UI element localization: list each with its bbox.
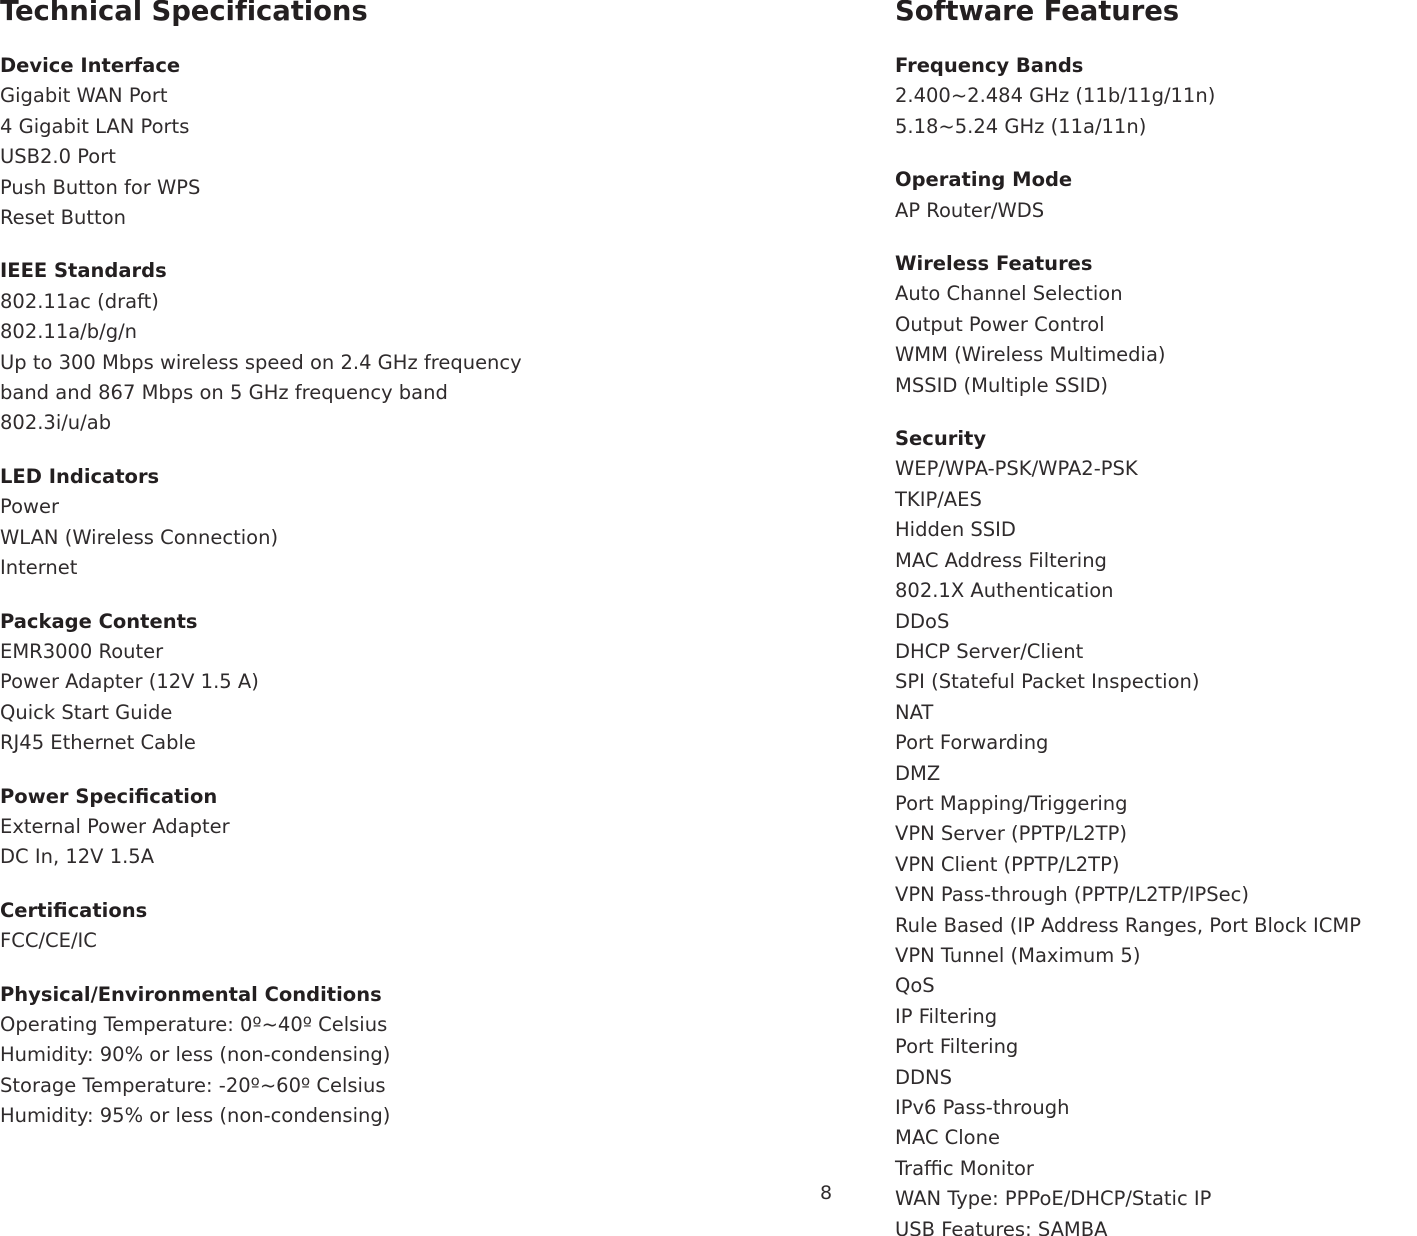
spec-line: Auto Channel Selection xyxy=(895,282,1123,306)
spec-section: Operating Mode AP Router/WDS xyxy=(895,165,1417,226)
section-heading: Device Interface xyxy=(0,54,181,77)
spec-line: DMZ xyxy=(895,761,941,785)
section-heading: Frequency Bands xyxy=(895,54,1084,77)
spec-line: WEP/WPA-PSK/WPA2-PSK xyxy=(895,457,1138,481)
spec-line: Gigabit WAN Port xyxy=(0,84,168,108)
right-column-sections: Frequency Bands 2.400~2.484 GHz (11b/11g/… xyxy=(895,51,1417,1236)
spec-line: WMM (Wireless Multimedia) xyxy=(895,343,1166,367)
spec-line: Power Adapter (12V 1.5 A) xyxy=(0,670,259,694)
spec-line: USB Features: SAMBA xyxy=(895,1217,1108,1236)
spec-line: Up to 300 Mbps wireless speed on 2.4 GHz… xyxy=(0,350,522,374)
spec-section: Security WEP/WPA-PSK/WPA2-PSK TKIP/AES Hidd… xyxy=(895,424,1417,1236)
section-heading: LED Indicators xyxy=(0,464,160,488)
section-heading: Wireless Features xyxy=(895,252,1093,276)
spec-line: 802.3i/u/ab xyxy=(0,411,112,435)
spec-line: Port Forwarding xyxy=(895,731,1049,755)
column-title-software-features: Software Features xyxy=(895,0,1180,27)
spec-line: band and 867 Mbps on 5 GHz frequency ban… xyxy=(0,381,448,405)
spec-line: Port Filtering xyxy=(895,1035,1019,1059)
spec-sheet-page: Technical Specifications Device Interfac… xyxy=(0,0,1417,1236)
spec-line: Reset Button xyxy=(0,206,126,230)
spec-line: AP Router/WDS xyxy=(895,198,1045,222)
spec-line: 5.18~5.24 GHz (11a/11n) xyxy=(895,114,1147,138)
spec-line: 802.11ac (draft) xyxy=(0,289,159,313)
section-heading: Power Specification xyxy=(0,784,218,808)
spec-line: Humidity: 90% or less (non-condensing) xyxy=(0,1043,391,1067)
spec-line: VPN Client (PPTP/L2TP) xyxy=(895,852,1120,876)
spec-line: 802.11a/b/g/n xyxy=(0,320,138,344)
spec-line: TKIP/AES xyxy=(895,487,982,511)
spec-line: Rule Based (IP Address Ranges, Port Bloc… xyxy=(895,913,1361,937)
technical-specifications-column: Technical Specifications Device Interfac… xyxy=(0,0,880,1132)
spec-line: WAN Type: PPPoE/DHCP/Static IP xyxy=(895,1187,1212,1211)
spec-line: VPN Server (PPTP/L2TP) xyxy=(895,822,1127,846)
section-heading: Physical/Environmental Conditions xyxy=(0,982,382,1006)
spec-line: Internet xyxy=(0,556,78,580)
spec-line: QoS xyxy=(895,974,935,998)
spec-line: DHCP Server/Client xyxy=(895,639,1084,663)
spec-line: External Power Adapter xyxy=(0,814,230,838)
spec-line: Storage Temperature: -20º~60º Celsius xyxy=(0,1073,386,1097)
spec-line: MSSID (Multiple SSID) xyxy=(895,373,1108,397)
spec-line: Port Mapping/Triggering xyxy=(895,791,1128,815)
spec-line: Operating Temperature: 0º~40º Celsius xyxy=(0,1012,388,1036)
spec-line: IPv6 Pass-through xyxy=(895,1096,1070,1119)
spec-line: Traffic Monitor xyxy=(895,1156,1034,1180)
spec-line: DDoS xyxy=(895,609,950,633)
spec-line: FCC/CE/IC xyxy=(0,929,97,953)
spec-line: MAC Clone xyxy=(895,1126,1000,1150)
spec-line: VPN Tunnel (Maximum 5) xyxy=(895,943,1141,967)
software-features-column: Software Features Frequency Bands 2.400~2… xyxy=(895,0,1417,1236)
spec-line: 802.1X Authentication xyxy=(895,579,1114,603)
section-heading: Operating Mode xyxy=(895,168,1073,192)
spec-line: SPI (Stateful Packet Inspection) xyxy=(895,670,1200,694)
section-heading: Security xyxy=(895,427,987,451)
spec-line: 4 Gigabit LAN Ports xyxy=(0,114,190,138)
spec-section: LED Indicators Power WLAN (Wireless Connec… xyxy=(0,462,880,584)
spec-line: Push Button for WPS xyxy=(0,175,201,199)
column-title-technical-specifications: Technical Specifications xyxy=(0,0,368,27)
spec-line: DC In, 12V 1.5A xyxy=(0,845,155,869)
spec-section: Wireless Features Auto Channel Selection O… xyxy=(895,249,1417,401)
spec-line: WLAN (Wireless Connection) xyxy=(0,525,279,549)
page-number: 8 xyxy=(819,1182,833,1204)
section-heading: Certifications xyxy=(0,898,148,922)
spec-line: Power xyxy=(0,495,59,519)
spec-section: Power Specification External Power Adapte… xyxy=(0,782,880,873)
spec-section: Package Contents EMR3000 Router Power Adap… xyxy=(0,607,880,759)
spec-line: Humidity: 95% or less (non-condensing) xyxy=(0,1104,391,1128)
spec-line: 2.400~2.484 GHz (11b/11g/11n) xyxy=(895,84,1216,108)
spec-line: Output Power Control xyxy=(895,312,1105,336)
spec-line: EMR3000 Router xyxy=(0,639,164,663)
spec-section: Certifications FCC/CE/IC xyxy=(0,896,880,957)
spec-line: IP Filtering xyxy=(895,1004,998,1028)
spec-line: VPN Pass-through (PPTP/L2TP/IPSec) xyxy=(895,883,1249,907)
spec-line: RJ45 Ethernet Cable xyxy=(0,731,196,755)
left-column-sections: Device Interface Gigabit WAN Port 4 Gigabi… xyxy=(0,51,880,1132)
spec-section: Device Interface Gigabit WAN Port 4 Gigabi… xyxy=(0,51,880,233)
spec-line: Quick Start Guide xyxy=(0,700,173,724)
spec-section: IEEE Standards 802.11ac (draft) 802.11a/b/… xyxy=(0,256,880,438)
spec-line: Hidden SSID xyxy=(895,518,1016,542)
section-heading: IEEE Standards xyxy=(0,259,167,283)
spec-section: Physical/Environmental Conditions Operati… xyxy=(0,980,880,1132)
section-heading: Package Contents xyxy=(0,609,198,633)
spec-section: Frequency Bands 2.400~2.484 GHz (11b/11g/… xyxy=(895,51,1417,142)
spec-line: USB2.0 Port xyxy=(0,145,116,169)
spec-line: NAT xyxy=(895,700,934,724)
spec-line: MAC Address Filtering xyxy=(895,548,1107,572)
spec-line: DDNS xyxy=(895,1065,952,1089)
